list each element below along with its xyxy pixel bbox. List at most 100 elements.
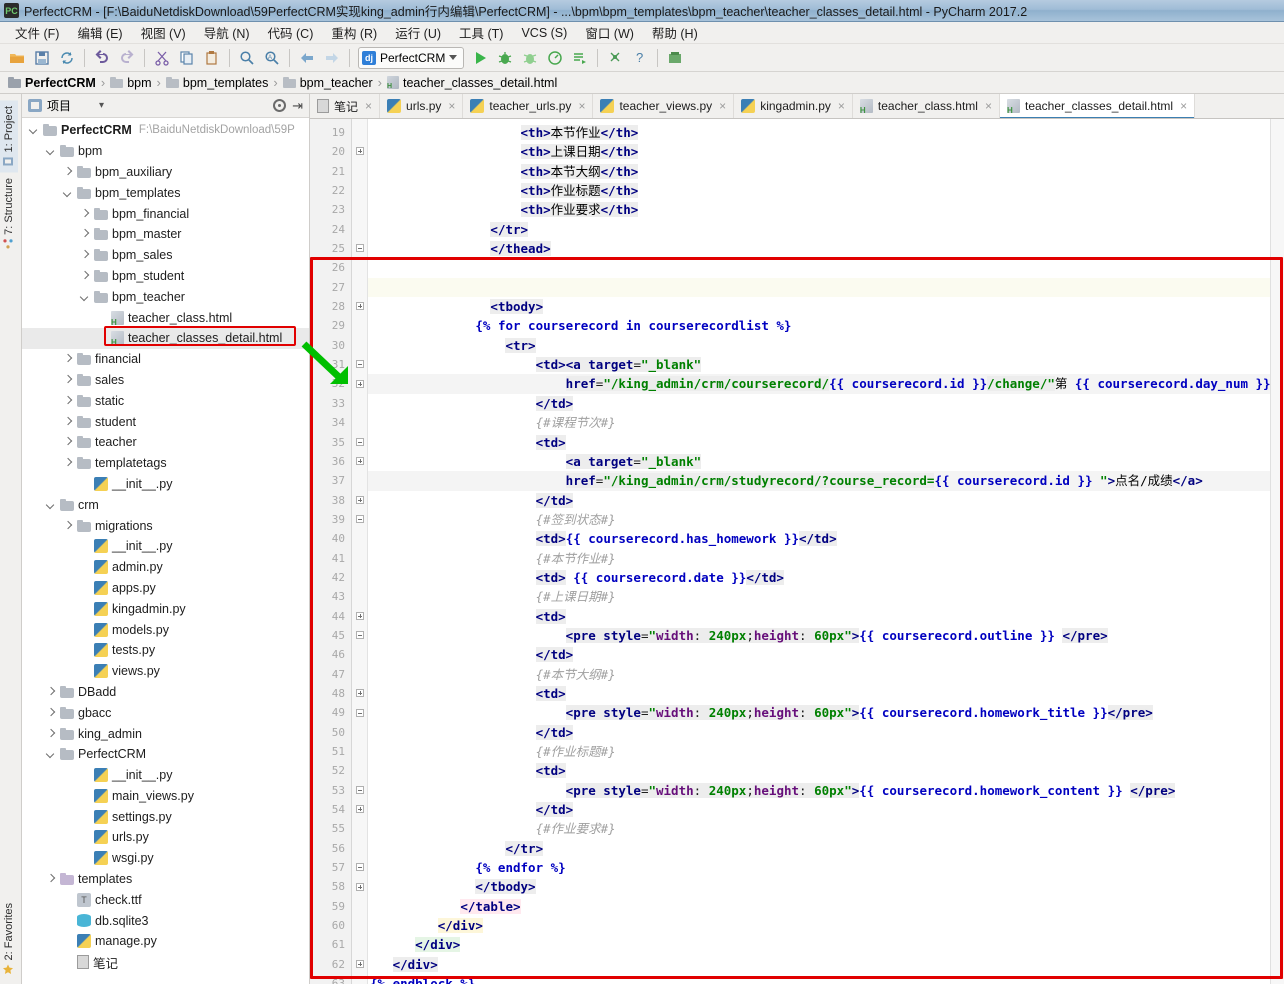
tree-item-check-ttf[interactable]: check.ttf [22,889,309,910]
menu-item-10[interactable]: 帮助 (H) [643,21,707,44]
find-icon[interactable] [235,46,259,70]
sidebar-item-structure[interactable]: 7: Structure [0,172,18,255]
replace-icon[interactable]: A [260,46,284,70]
project-tree[interactable]: PerfectCRM F:\BaiduNetdiskDownload\59P bpm… [22,118,309,984]
close-icon[interactable]: × [719,99,726,113]
back-icon[interactable] [295,46,319,70]
code-line[interactable]: {#作业标题#} [368,742,1270,761]
code-content[interactable]: <th>本节作业</th> <th>上课日期</th> <th>本节大纲</th… [368,119,1270,984]
tree-item-main_views-py[interactable]: main_views.py [22,786,309,807]
run-configuration-selector[interactable]: dj PerfectCRM [358,46,465,69]
tree-item-templates[interactable]: templates [22,869,309,890]
editor-tab-urls-py[interactable]: urls.py × [380,94,464,118]
chevron-right-icon[interactable] [62,374,74,386]
code-line[interactable]: <a target="_blank" [368,452,1270,471]
tree-item-king_admin[interactable]: king_admin [22,723,309,744]
tree-item-apps-py[interactable]: apps.py [22,578,309,599]
forward-icon[interactable] [320,46,344,70]
tree-item-student[interactable]: student [22,411,309,432]
code-line[interactable]: <td> [368,761,1270,780]
tree-item-bpm_teacher[interactable]: bpm_teacher [22,286,309,307]
code-line[interactable]: <td> [368,433,1270,452]
fold-toggle-icon[interactable] [356,611,364,620]
chevron-right-icon[interactable] [45,707,57,719]
tree-item-bpm_templates[interactable]: bpm_templates [22,182,309,203]
tree-item-models-py[interactable]: models.py [22,619,309,640]
tree-item-static[interactable]: static [22,390,309,411]
code-line[interactable] [368,277,1270,298]
breadcrumb-item-2[interactable]: bpm_templates [165,76,273,90]
menu-item-7[interactable]: 工具 (T) [450,21,512,44]
tree-item-admin-py[interactable]: admin.py [22,557,309,578]
code-line[interactable]: <pre style="width: 240px;height: 60px">{… [368,703,1270,722]
tree-item-bpm_financial[interactable]: bpm_financial [22,203,309,224]
code-line[interactable]: <th>作业要求</th> [368,200,1270,219]
code-folding-gutter[interactable] [352,119,368,984]
coverage-icon[interactable] [518,46,542,70]
attach-icon[interactable] [603,46,627,70]
chevron-right-icon[interactable] [62,436,74,448]
sync-icon[interactable] [55,46,79,70]
breadcrumb-item-4[interactable]: teacher_classes_detail.html [387,76,562,90]
editor-tab-teacher_class-html[interactable]: teacher_class.html × [853,94,1000,118]
code-line[interactable]: <th>上课日期</th> [368,142,1270,161]
close-icon[interactable]: × [578,99,585,113]
tree-item-gbacc[interactable]: gbacc [22,702,309,723]
fold-toggle-icon[interactable] [356,244,364,253]
tree-item-sales[interactable]: sales [22,370,309,391]
tree-item-__init__-py[interactable]: __init__.py [22,474,309,495]
code-line[interactable]: {% endfor %} [368,858,1270,877]
fold-toggle-icon[interactable] [356,456,364,465]
collapse-all-icon[interactable]: ⇥ [292,98,303,114]
fold-toggle-icon[interactable] [356,437,364,446]
code-editor[interactable]: 19 20 21 22 23 24 25 26 27 28 29 30 31 32 33 34 35 36 37 38… [310,119,1284,984]
fold-toggle-icon[interactable] [356,960,364,969]
gear-icon[interactable] [273,99,287,112]
redo-icon[interactable] [115,46,139,70]
code-line[interactable]: </div> [368,916,1270,935]
menu-item-0[interactable]: 文件 (F) [6,21,68,44]
sidebar-item-favorites[interactable]: 2: Favorites [0,897,18,980]
code-line[interactable]: <th>本节作业</th> [368,123,1270,142]
breadcrumb-item-0[interactable]: PerfectCRM [8,76,101,90]
fold-toggle-icon[interactable] [356,302,364,311]
chevron-down-icon[interactable] [28,124,40,136]
tree-item-perfectcrm[interactable]: PerfectCRM F:\BaiduNetdiskDownload\59P [22,120,309,141]
chevron-right-icon[interactable] [79,270,91,282]
editor-tab-teacher_views-py[interactable]: teacher_views.py × [593,94,735,118]
close-icon[interactable]: × [448,99,455,113]
sdk-icon[interactable] [663,46,687,70]
fold-toggle-icon[interactable] [356,708,364,717]
help-icon[interactable]: ? [628,46,652,70]
code-line[interactable]: href="/king_admin/crm/courserecord/{{ co… [368,374,1270,394]
tree-item-perfectcrm[interactable]: PerfectCRM [22,744,309,765]
code-line[interactable] [368,258,1270,277]
code-line[interactable]: <tbody> [368,297,1270,316]
run-icon[interactable] [468,46,492,70]
tree-item-urls-py[interactable]: urls.py [22,827,309,848]
code-line[interactable]: </td> [368,723,1270,742]
fold-toggle-icon[interactable] [356,360,364,369]
tree-item-bpm_master[interactable]: bpm_master [22,224,309,245]
fold-toggle-icon[interactable] [356,785,364,794]
code-line[interactable]: <td>{{ courserecord.has_homework }}</td> [368,529,1270,548]
chevron-down-icon[interactable] [45,499,57,511]
save-all-icon[interactable] [30,46,54,70]
code-line[interactable]: </td> [368,800,1270,819]
close-icon[interactable]: × [838,99,845,113]
tree-item-templatetags[interactable]: templatetags [22,453,309,474]
code-line[interactable]: {% for courserecord in courserecordlist … [368,316,1270,335]
tree-item-__init__-py[interactable]: __init__.py [22,765,309,786]
chevron-right-icon[interactable] [62,395,74,407]
sidebar-item-project[interactable]: 1: Project [0,100,18,173]
code-line[interactable]: <th>本节大纲</th> [368,162,1270,181]
code-line[interactable]: </td> [368,491,1270,510]
chevron-right-icon[interactable] [45,728,57,740]
cut-icon[interactable] [150,46,174,70]
error-stripe-marker-bar[interactable] [1270,119,1284,984]
tree-item-migrations[interactable]: migrations [22,515,309,536]
menu-item-8[interactable]: VCS (S) [512,24,576,42]
code-line[interactable]: </div> [368,935,1270,954]
tree-item-teacher_class-html[interactable]: teacher_class.html [22,307,309,328]
code-line[interactable]: <pre style="width: 240px;height: 60px">{… [368,781,1270,800]
